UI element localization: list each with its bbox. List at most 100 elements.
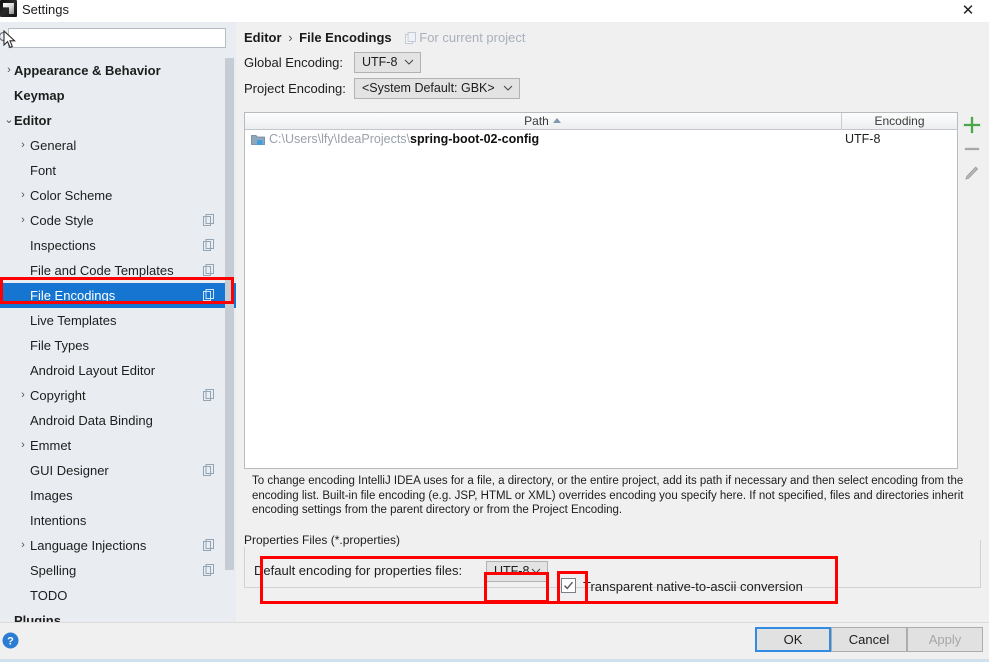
breadcrumb-scope-label: For current project <box>419 30 526 45</box>
sidebar-item-copyright[interactable]: › Copyright <box>0 383 236 408</box>
table-cell-encoding: UTF-8 <box>845 132 881 146</box>
chevron-right-icon[interactable]: › <box>16 433 30 458</box>
checkmark-icon <box>563 581 574 590</box>
project-folder-icon <box>251 135 265 145</box>
sidebar-item-plugins[interactable]: Plugins <box>0 608 236 623</box>
sidebar-item-android-layout-editor[interactable]: Android Layout Editor <box>0 358 236 383</box>
sidebar-item-language-injections[interactable]: › Language Injections <box>0 533 236 558</box>
transparent-native-to-ascii-label[interactable]: Transparent native-to-ascii conversion <box>583 579 803 594</box>
chevron-right-icon[interactable]: › <box>16 208 30 233</box>
global-encoding-label: Global Encoding: <box>244 55 344 70</box>
sidebar-item-gui-designer[interactable]: GUI Designer <box>0 458 236 483</box>
properties-encoding-combo[interactable]: UTF-8 <box>486 561 548 582</box>
breadcrumb-parent[interactable]: Editor <box>244 30 282 45</box>
breadcrumb-separator: › <box>288 30 293 45</box>
breadcrumb-scope: For current project <box>395 30 525 45</box>
intellij-idea-icon <box>0 0 17 17</box>
sidebar-item-label: Font <box>30 163 57 178</box>
apply-button[interactable]: Apply <box>907 627 983 652</box>
help-question-icon[interactable]: ? <box>2 632 19 649</box>
sidebar-item-label: Copyright <box>30 388 86 403</box>
project-encoding-combo[interactable]: <System Default: GBK> <box>354 78 520 99</box>
sidebar-item-label: Editor <box>14 113 52 128</box>
copy-settings-icon <box>203 564 214 576</box>
search-container <box>0 28 232 50</box>
chevron-right-icon[interactable]: › <box>16 533 30 558</box>
sidebar-item-font[interactable]: Font <box>0 158 236 183</box>
sidebar-item-keymap[interactable]: Keymap <box>0 83 236 108</box>
dialog-footer: ? OK Cancel Apply <box>0 622 989 662</box>
pencil-icon <box>965 166 979 180</box>
encoding-help-text: To change encoding IntelliJ IDEA uses fo… <box>252 475 964 517</box>
sort-ascending-icon <box>552 118 561 123</box>
sidebar-item-label: Emmet <box>30 438 72 453</box>
add-row-button[interactable] <box>961 114 983 136</box>
sidebar-item-spelling[interactable]: Spelling <box>0 558 236 583</box>
chevron-down-icon <box>503 85 513 91</box>
column-header-path[interactable]: Path <box>245 113 840 130</box>
sidebar-item-file-types[interactable]: File Types <box>0 333 236 358</box>
settings-tree[interactable]: › Appearance & Behavior Keymap ⌄ Editor › Gene… <box>0 58 236 623</box>
table-row[interactable]: C:\Users\lfy\IdeaProjects\spring-boot-02… <box>245 130 957 149</box>
minus-icon <box>964 147 980 151</box>
copy-settings-icon <box>203 389 214 401</box>
column-header-path-label: Path <box>524 114 549 128</box>
plus-icon <box>963 116 981 134</box>
sidebar-item-editor[interactable]: ⌄ Editor <box>0 108 236 133</box>
default-properties-encoding-label: Default encoding for properties files: <box>254 563 463 578</box>
close-icon[interactable]: ✕ <box>953 0 983 22</box>
cancel-button[interactable]: Cancel <box>831 627 907 652</box>
sidebar-item-label: Plugins <box>14 613 61 623</box>
sidebar-item-label: Appearance & Behavior <box>14 63 161 78</box>
sidebar-scrollbar-thumb[interactable] <box>225 58 234 570</box>
sidebar-item-general[interactable]: › General <box>0 133 236 158</box>
project-encoding-value: <System Default: GBK> <box>362 81 495 95</box>
sidebar-item-label: Color Scheme <box>30 188 113 203</box>
chevron-right-icon[interactable]: › <box>16 183 30 208</box>
sidebar-item-intentions[interactable]: Intentions <box>0 508 236 533</box>
copy-settings-icon <box>203 239 214 251</box>
transparent-native-to-ascii-checkbox[interactable] <box>561 578 576 593</box>
sidebar-item-label: Android Layout Editor <box>30 363 156 378</box>
sidebar-item-label: Inspections <box>30 238 96 253</box>
chevron-down-icon <box>531 568 541 574</box>
sidebar-item-label: File Encodings <box>30 288 116 303</box>
svg-text:?: ? <box>7 635 14 647</box>
sidebar-item-label: TODO <box>30 588 68 603</box>
sidebar-item-android-data-binding[interactable]: Android Data Binding <box>0 408 236 433</box>
column-header-encoding[interactable]: Encoding <box>841 113 957 130</box>
sidebar-item-appearance-behavior[interactable]: › Appearance & Behavior <box>0 58 236 83</box>
encodings-table[interactable]: Path Encoding C:\Users\lfy\IdeaProjects\… <box>244 112 958 469</box>
sidebar-item-color-scheme[interactable]: › Color Scheme <box>0 183 236 208</box>
chevron-right-icon[interactable]: › <box>16 133 30 158</box>
sidebar-item-todo[interactable]: TODO <box>0 583 236 608</box>
copy-settings-icon <box>203 289 214 301</box>
search-input[interactable] <box>8 28 226 48</box>
ok-button[interactable]: OK <box>755 627 831 652</box>
sidebar-item-file-and-code-templates[interactable]: File and Code Templates <box>0 258 236 283</box>
sidebar-item-label: GUI Designer <box>30 463 109 478</box>
properties-files-group-title: Properties Files (*.properties) <box>242 533 403 547</box>
table-header: Path Encoding <box>245 113 957 130</box>
copy-settings-icon <box>203 539 214 551</box>
sidebar-item-label: File Types <box>30 338 90 353</box>
remove-row-button[interactable] <box>961 138 983 160</box>
sidebar-item-file-encodings[interactable]: File Encodings <box>0 283 236 308</box>
chevron-down-icon <box>404 59 414 65</box>
sidebar-item-emmet[interactable]: › Emmet <box>0 433 236 458</box>
chevron-right-icon[interactable]: › <box>16 383 30 408</box>
settings-dialog: Settings ✕ › Appearance & Behavior Keymap ⌄… <box>0 0 989 662</box>
sidebar-item-label: Spelling <box>30 563 77 578</box>
sidebar-item-images[interactable]: Images <box>0 483 236 508</box>
sidebar-item-label: Android Data Binding <box>30 413 153 428</box>
settings-sidebar: › Appearance & Behavior Keymap ⌄ Editor › Gene… <box>0 22 237 623</box>
path-project-name: spring-boot-02-config <box>410 132 540 146</box>
breadcrumb: Editor › File Encodings For current proj… <box>244 30 525 45</box>
sidebar-item-label: Language Injections <box>30 538 147 553</box>
sidebar-item-code-style[interactable]: › Code Style <box>0 208 236 233</box>
sidebar-item-live-templates[interactable]: Live Templates <box>0 308 236 333</box>
global-encoding-combo[interactable]: UTF-8 <box>354 52 421 73</box>
edit-row-button[interactable] <box>961 162 983 184</box>
title-bar: Settings ✕ <box>0 0 989 23</box>
sidebar-item-inspections[interactable]: Inspections <box>0 233 236 258</box>
